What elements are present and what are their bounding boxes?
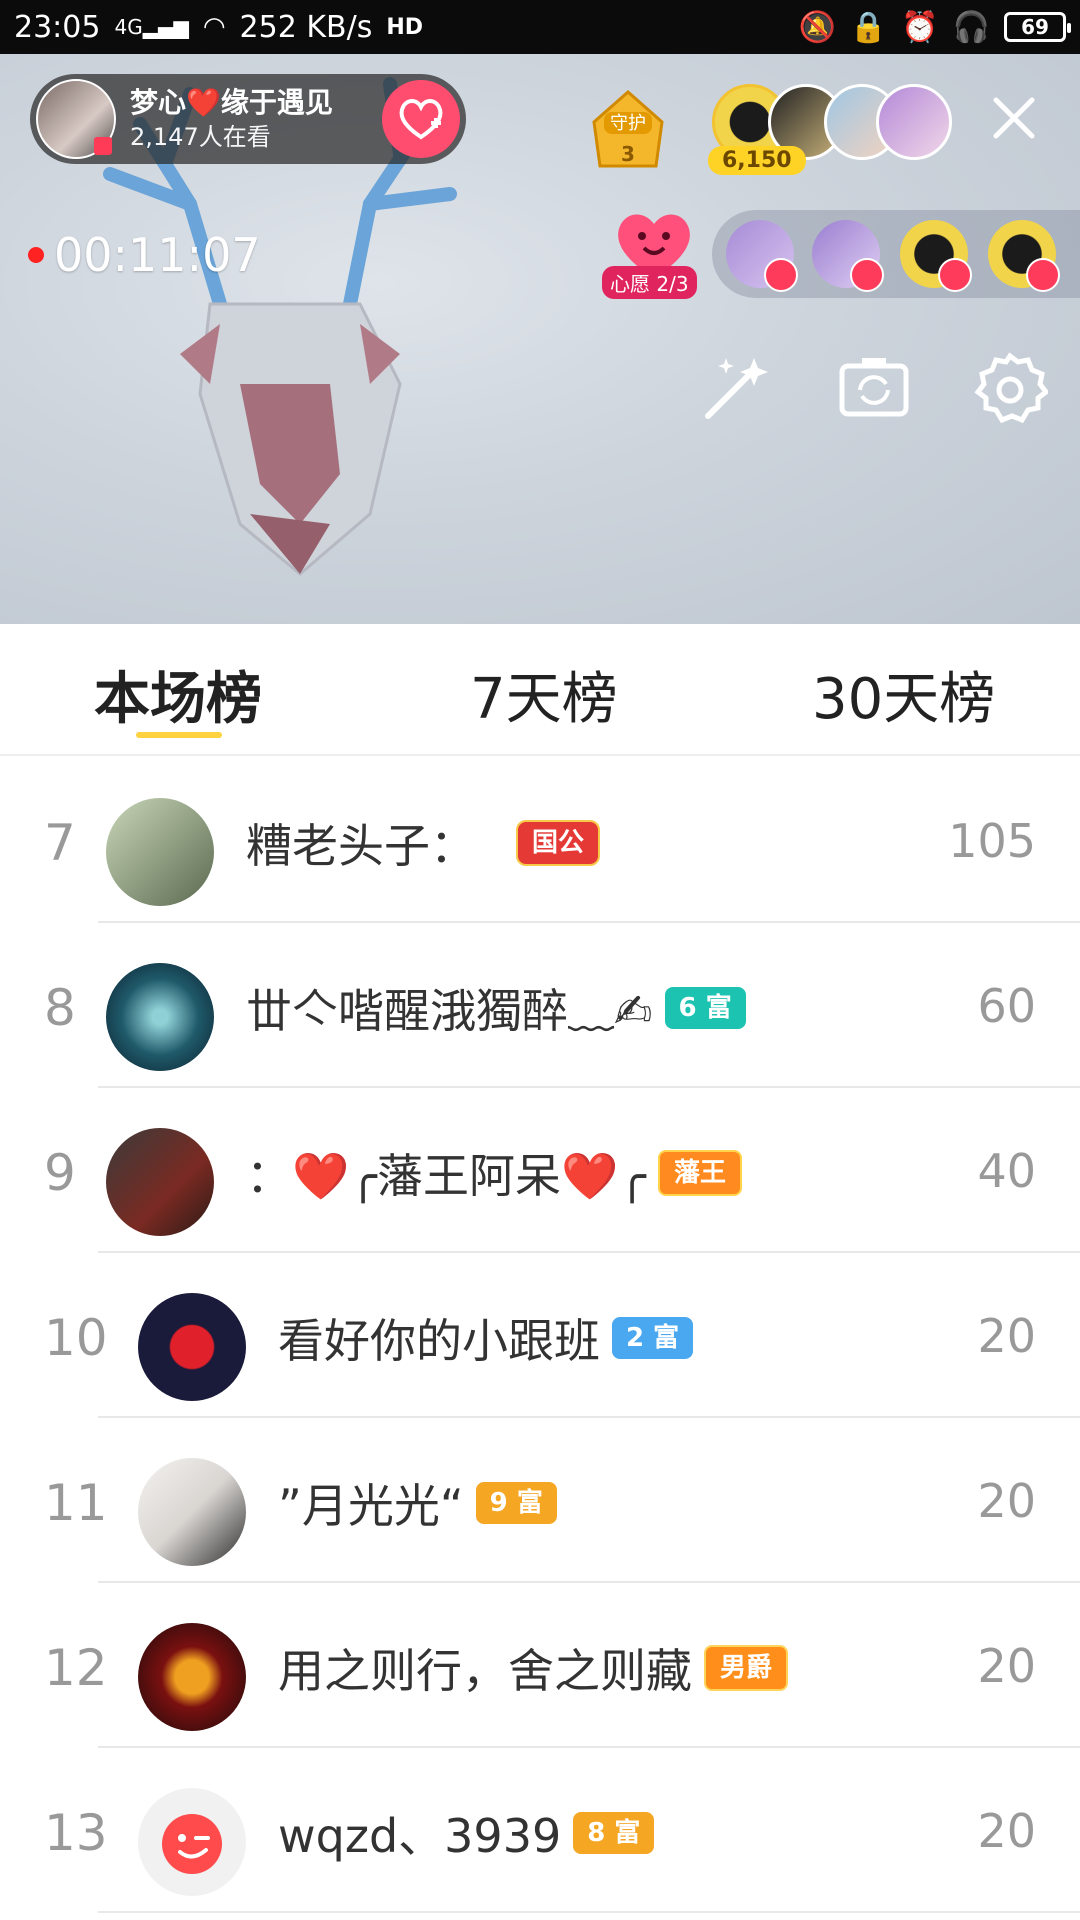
list-item[interactable]: 7 糟老头子： 国公 105 [0,758,1080,923]
user-name: 丗亽喈醒涐獨醉﹏✍ 6 富 [246,975,746,1041]
switch-camera-icon[interactable] [836,350,912,426]
seat-avatar[interactable] [988,220,1060,292]
rank-number: 13 [44,1804,108,1862]
rank-number: 9 [44,1144,76,1202]
tab-30-days[interactable]: 30天榜 [812,654,995,735]
ranking-tabs: 本场榜 7天榜 30天榜 [0,624,1080,756]
ranking-list: 7 糟老头子： 国公 105 8 丗亽喈醒涐獨醉﹏✍ 6 富 60 9 ：❤️╭… [0,758,1080,1913]
rank-badge: 2 富 [612,1317,694,1359]
rank-number: 8 [44,979,76,1037]
alarm-icon: ⏰ [901,9,939,45]
coin-count: 6,150 [708,146,806,175]
status-bar: 23:05 4G▂▄▆ ◠ 252 KB/s HD 🔕 🔒 ⏰ 🎧 69 [0,0,1080,54]
heart-plus-icon [399,99,443,140]
divider [98,1911,1080,1913]
seat-icon [850,258,884,292]
rank-badge: 6 富 [664,987,746,1029]
viewer-avatar[interactable] [876,84,952,160]
settings-gear-icon[interactable] [972,350,1048,426]
tab-7-days[interactable]: 7天榜 [470,654,618,735]
follow-button[interactable] [382,80,460,158]
hd-icon: HD [386,14,424,40]
live-video-area[interactable]: 梦心❤️缘于遇见 2,147人在看 守护 3 6,150 00:11:07 心愿… [0,54,1080,624]
guard-count: 3 [621,142,635,166]
score: 20 [977,1804,1036,1858]
host-avatar[interactable] [36,79,116,159]
headphones-icon: 🎧 [952,9,990,45]
user-name: wqzd、3939 8 富 [278,1800,655,1866]
guard-badge[interactable]: 守护 3 [580,82,676,178]
avatar[interactable] [138,1458,246,1566]
seat-icon [1026,258,1060,292]
close-icon[interactable] [988,92,1040,144]
rank-badge: 8 富 [573,1812,655,1854]
wish-button[interactable]: 心愿 2/3 [602,204,704,304]
rank-badge: 9 富 [475,1482,557,1524]
wish-progress: 心愿 2/3 [602,266,697,299]
score: 20 [977,1639,1036,1693]
wink-face-icon [162,1814,222,1874]
top-viewers[interactable]: 6,150 [708,84,952,175]
seat-avatar[interactable] [900,220,972,292]
score: 20 [977,1309,1036,1363]
avatar[interactable] [106,1128,214,1236]
score: 105 [948,814,1036,868]
beauty-wand-icon[interactable] [698,350,774,426]
rank-number: 10 [44,1309,108,1367]
rank-badge: 男爵 [704,1645,789,1691]
list-item[interactable]: 9 ：❤️╭藩王阿呆❤️╭ 藩王 40 [0,1088,1080,1253]
rank-number: 11 [44,1474,108,1532]
live-timer: 00:11:07 [28,228,261,282]
avatar[interactable] [106,963,214,1071]
list-item[interactable]: 11 ”月光光“ 9 富 20 [0,1418,1080,1583]
seat-icon [764,258,798,292]
score: 60 [977,979,1036,1033]
mic-seats[interactable] [712,210,1080,298]
active-tab-indicator [136,732,222,738]
tab-current-session[interactable]: 本场榜 [94,654,262,735]
user-name: ”月光光“ 9 富 [278,1470,557,1536]
status-time: 23:05 [14,9,101,45]
rank-number: 7 [44,814,76,872]
viewer-count: 2,147人在看 [130,123,271,151]
lock-rotation-icon: 🔒 [849,9,888,45]
avatar[interactable] [138,1623,246,1731]
live-badge-icon [94,137,112,155]
list-item[interactable]: 12 用之则行，舍之则藏 男爵 20 [0,1583,1080,1748]
svg-text:守护: 守护 [610,113,646,134]
score: 20 [977,1474,1036,1528]
rank-badge: 国公 [516,820,601,866]
seat-avatar[interactable] [726,220,798,292]
avatar[interactable] [138,1788,246,1896]
score: 40 [977,1144,1036,1198]
timer-text: 00:11:07 [54,228,261,282]
list-item[interactable]: 13 wqzd、3939 8 富 20 [0,1748,1080,1913]
network-speed: 252 KB/s [239,9,373,45]
user-name: 用之则行，舍之则藏 男爵 [278,1635,789,1701]
list-item[interactable]: 10 看好你的小跟班 2 富 20 [0,1253,1080,1418]
list-item[interactable]: 8 丗亽喈醒涐獨醉﹏✍ 6 富 60 [0,923,1080,1088]
avatar[interactable] [138,1293,246,1401]
user-name: 糟老头子： 国公 [246,810,601,876]
seat-icon [938,258,972,292]
user-name: ：❤️╭藩王阿呆❤️╭ 藩王 [246,1140,742,1206]
recording-dot-icon [28,247,44,263]
wifi-icon: ◠ [202,12,226,42]
signal-icon: 4G▂▄▆ [114,15,189,39]
avatar[interactable] [106,798,214,906]
battery-icon: 69 [1004,12,1071,42]
rank-badge: 藩王 [657,1150,742,1196]
rank-number: 12 [44,1639,108,1697]
mute-bell-icon: 🔕 [798,9,836,45]
host-card[interactable]: 梦心❤️缘于遇见 2,147人在看 [30,74,466,164]
user-name: 看好你的小跟班 2 富 [278,1305,694,1371]
host-name: 梦心❤️缘于遇见 [130,86,333,119]
seat-avatar[interactable] [812,220,884,292]
